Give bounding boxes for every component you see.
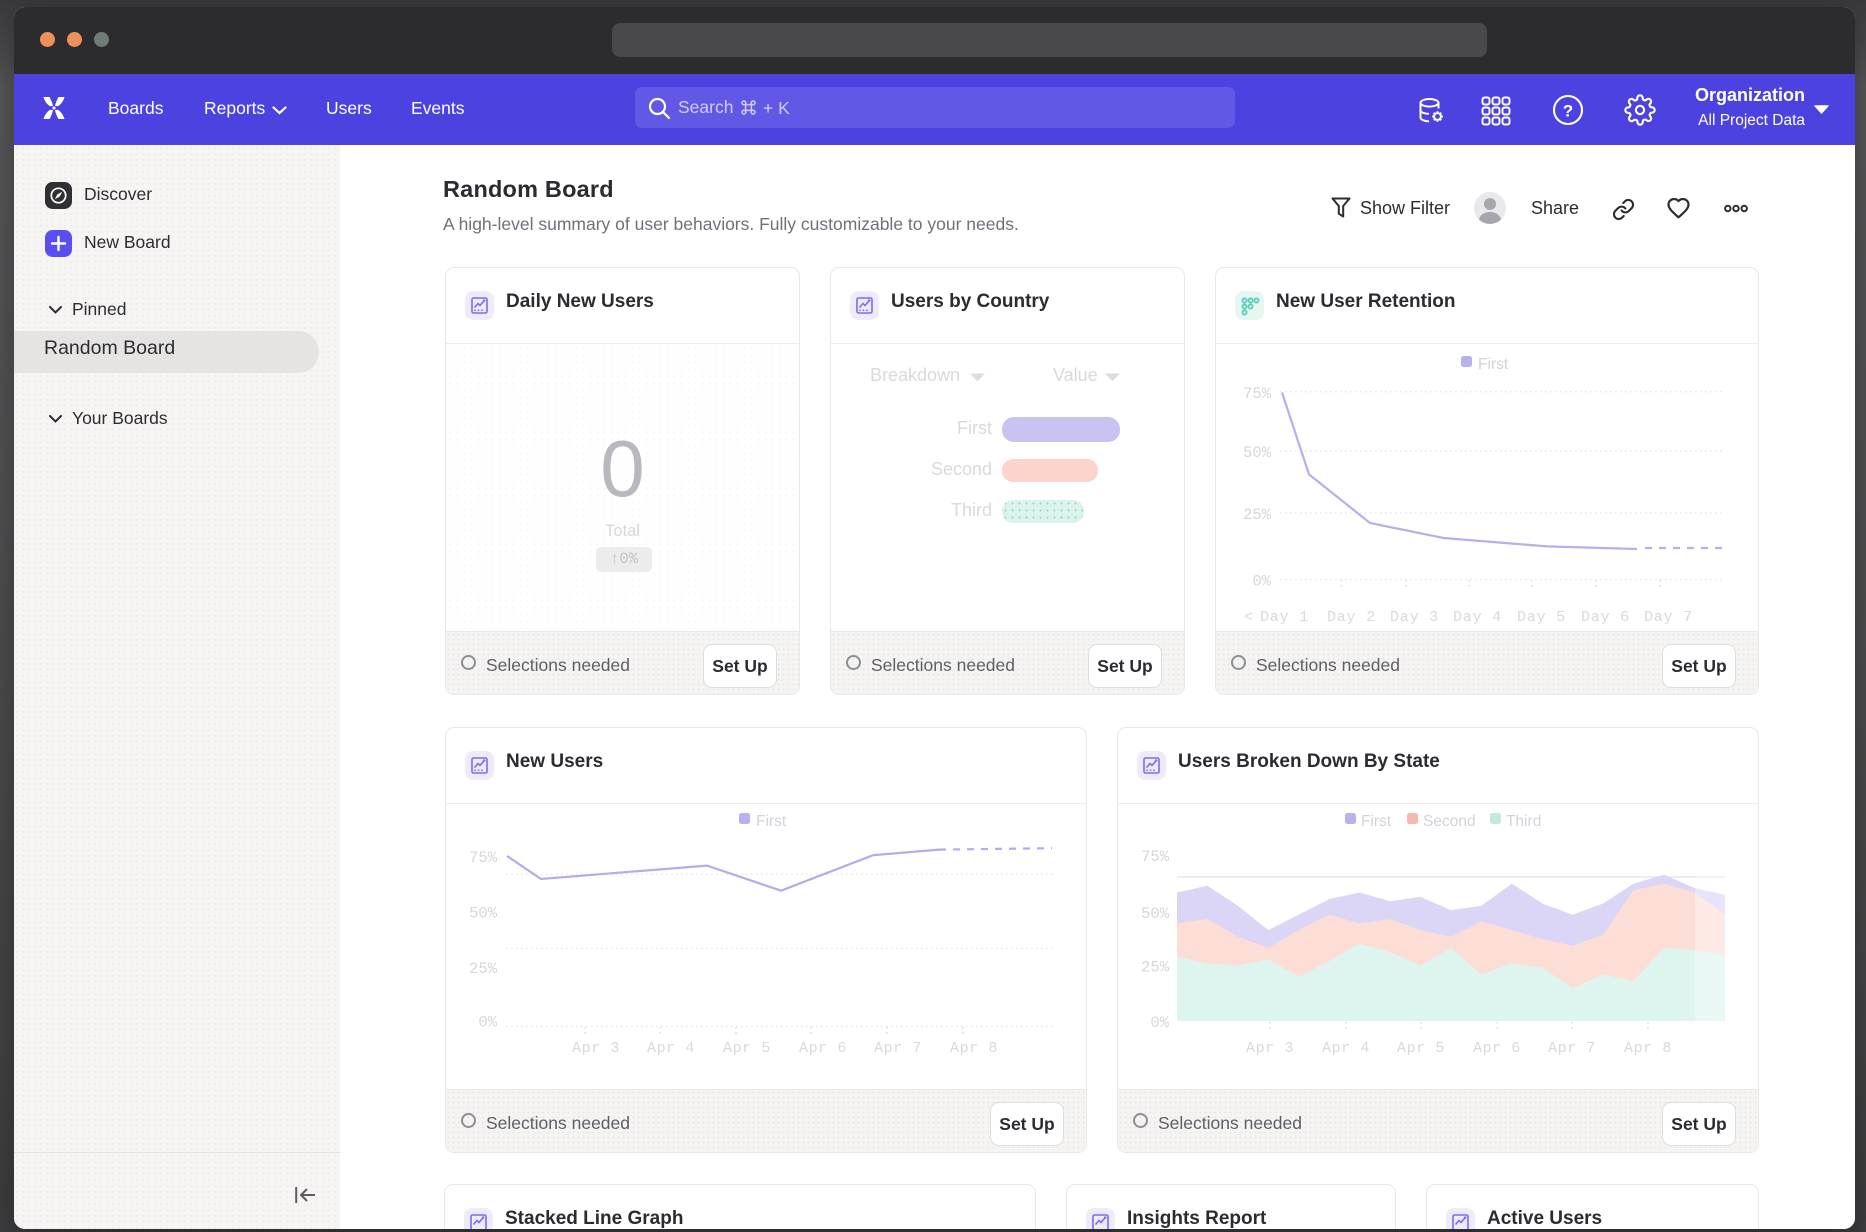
svg-text:50%: 50% <box>469 905 498 923</box>
svg-text:50%: 50% <box>1243 444 1272 462</box>
svg-text:?: ? <box>1563 102 1573 121</box>
svg-text:Apr 3: Apr 3 <box>572 1040 620 1057</box>
svg-text:25%: 25% <box>1243 506 1272 524</box>
svg-text:<: < <box>1244 609 1254 626</box>
svg-text:Day 7: Day 7 <box>1644 609 1693 626</box>
svg-text:First: First <box>1361 813 1392 830</box>
svg-text:0%: 0% <box>478 1014 497 1032</box>
svg-text:Apr 5: Apr 5 <box>723 1040 771 1057</box>
svg-text:Day 1: Day 1 <box>1260 609 1309 626</box>
svg-text:Third: Third <box>1506 813 1541 830</box>
svg-text:0%: 0% <box>1252 573 1271 591</box>
svg-text:50%: 50% <box>1141 905 1170 923</box>
svg-text:25%: 25% <box>469 960 498 978</box>
svg-text:Apr 8: Apr 8 <box>1624 1040 1672 1057</box>
svg-text:Day 6: Day 6 <box>1581 609 1630 626</box>
svg-text:Second: Second <box>1423 813 1476 830</box>
svg-text:25%: 25% <box>1141 959 1170 977</box>
svg-text:Day 4: Day 4 <box>1453 609 1502 626</box>
svg-text:Apr 7: Apr 7 <box>874 1040 922 1057</box>
svg-text:Apr 3: Apr 3 <box>1246 1040 1294 1057</box>
svg-text:75%: 75% <box>1141 848 1170 866</box>
svg-text:75%: 75% <box>1243 385 1272 403</box>
svg-text:Day 2: Day 2 <box>1327 609 1376 626</box>
svg-text:0%: 0% <box>1150 1014 1169 1032</box>
svg-text:First: First <box>1478 356 1509 373</box>
svg-text:Day 3: Day 3 <box>1390 609 1439 626</box>
svg-text:Apr 7: Apr 7 <box>1548 1040 1596 1057</box>
svg-text:Apr 6: Apr 6 <box>1473 1040 1521 1057</box>
svg-text:Day 5: Day 5 <box>1517 609 1566 626</box>
svg-text:Apr 6: Apr 6 <box>799 1040 847 1057</box>
svg-text:Apr 4: Apr 4 <box>647 1040 695 1057</box>
svg-text:Apr 4: Apr 4 <box>1322 1040 1370 1057</box>
svg-text:75%: 75% <box>469 849 498 867</box>
svg-text:First: First <box>756 813 787 830</box>
svg-text:Apr 8: Apr 8 <box>950 1040 998 1057</box>
svg-text:Apr 5: Apr 5 <box>1397 1040 1445 1057</box>
